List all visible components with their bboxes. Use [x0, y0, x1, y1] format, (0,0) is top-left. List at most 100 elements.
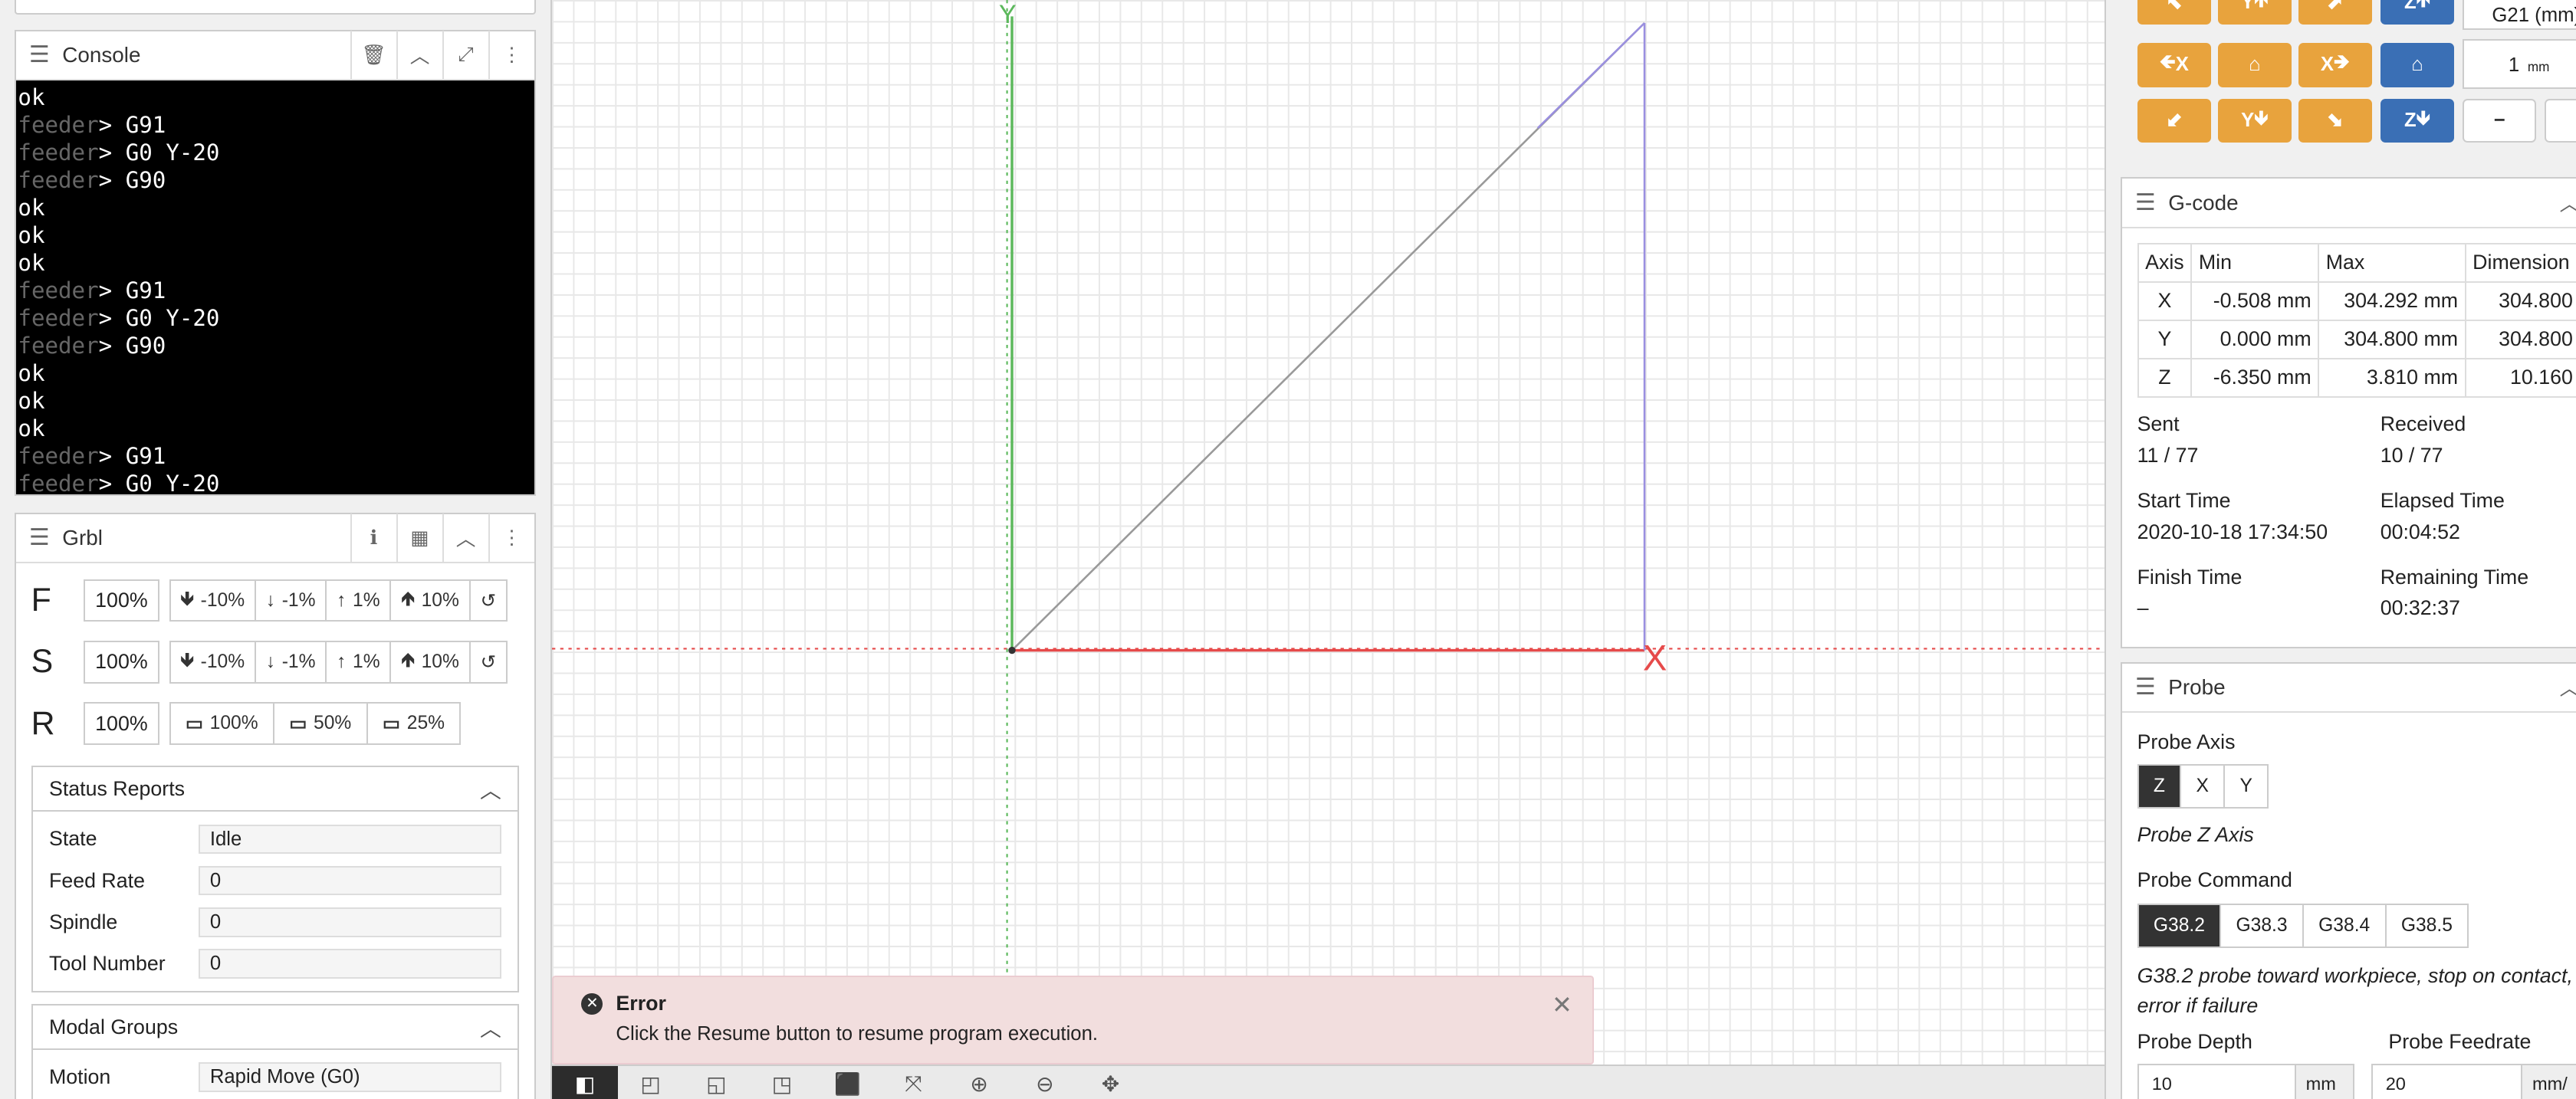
chevron-up-icon[interactable]: ︿: [2560, 673, 2576, 701]
left-sidebar: ☰ Console 🗑 ︿ ⤢ ⋮ ok feeder> G91 feeder> G…: [0, 0, 552, 1099]
console-output[interactable]: ok feeder> G91 feeder> G0 Y-20 feeder> G90 o…: [16, 80, 534, 494]
table-row: Y 0.000 mm 304.800 mm 304.800: [2137, 319, 2576, 359]
chevron-up-icon[interactable]: ︿: [480, 774, 501, 805]
top-view-icon[interactable]: ◰: [618, 1066, 684, 1099]
chevron-up-icon[interactable]: ︿: [480, 1012, 501, 1043]
units-select[interactable]: G21 (mm): [2463, 0, 2576, 30]
feed-plus-10-button[interactable]: 🡹 10%: [391, 580, 471, 621]
right-view-icon[interactable]: ◳: [749, 1066, 815, 1099]
spindle-minus-1-button[interactable]: ↓ -1%: [256, 642, 327, 682]
jog-zplus-button[interactable]: Z🡹: [2380, 0, 2455, 25]
step-decrease-button[interactable]: −: [2463, 98, 2537, 143]
drag-handle-icon[interactable]: ☰: [16, 524, 62, 551]
probe-axis-y-button[interactable]: Y: [2225, 766, 2267, 807]
arrow-down-left-icon: ⬋: [2166, 110, 2183, 132]
table-cell: 304.800: [2464, 319, 2576, 359]
jog-xminus-yminus-button[interactable]: ⬋: [2137, 98, 2212, 143]
console-line: ok: [18, 222, 45, 249]
drag-handle-icon[interactable]: ☰: [16, 41, 62, 68]
arrow-up-icon: 🡹: [401, 649, 416, 671]
trash-icon[interactable]: 🗑: [350, 30, 396, 80]
jog-home-z-button[interactable]: ⌂: [2380, 42, 2455, 87]
feed-minus-10-button[interactable]: 🡻 -10%: [171, 580, 256, 621]
expand-icon[interactable]: ⤢: [442, 30, 488, 80]
spindle-reset-button[interactable]: ↺: [471, 642, 506, 682]
console-prompt: feeder: [18, 471, 99, 494]
jog-xplus-yplus-button[interactable]: ⬈: [2298, 0, 2373, 25]
zoom-out-icon[interactable]: ⊖: [1012, 1066, 1078, 1099]
arrow-up-right-icon: ⬈: [2327, 0, 2344, 14]
close-icon[interactable]: ✕: [1552, 990, 1572, 1019]
zoom-fit-icon[interactable]: ⤧: [881, 1066, 947, 1099]
spindle-plus-1-button[interactable]: ↑ 1%: [327, 642, 392, 682]
probe-command-g38-2-button[interactable]: G38.2: [2138, 905, 2222, 947]
probe-command-g38-4-button[interactable]: G38.4: [2304, 905, 2387, 947]
table-cell: 3.810 mm: [2318, 357, 2466, 398]
feed-plus-1-button[interactable]: ↑ 1%: [327, 580, 392, 621]
pan-icon[interactable]: ✥: [1078, 1066, 1144, 1099]
status-reports-header[interactable]: Status Reports ︿: [32, 767, 518, 812]
table-cell: -0.508 mm: [2190, 280, 2320, 321]
front-view-icon[interactable]: ◱: [683, 1066, 749, 1099]
spindle-minus-10-button[interactable]: 🡻 -10%: [171, 642, 256, 682]
probe-param-inputs: 10 mm 20 mm/: [2137, 1064, 2576, 1099]
probe-depth-unit: mm: [2295, 1064, 2355, 1099]
start-time-label: Start Time: [2137, 488, 2231, 512]
rapid-25-button[interactable]: ▭ 25%: [368, 704, 460, 743]
spindle-plus-10-button[interactable]: 🡹 10%: [391, 642, 471, 682]
jog-yminus-button[interactable]: Y 🡻: [2217, 98, 2292, 143]
jog-xplus-yminus-button[interactable]: ⬊: [2298, 98, 2373, 143]
feed-override-letter: F: [31, 582, 51, 619]
feed-reset-button[interactable]: ↺: [471, 581, 506, 621]
more-vertical-icon[interactable]: ⋮: [488, 513, 534, 563]
step-increase-button[interactable]: [2545, 98, 2576, 143]
jog-yplus-button[interactable]: Y🡹: [2217, 0, 2292, 25]
jog-home-xy-button[interactable]: ⌂: [2217, 42, 2292, 87]
rapid-50-button[interactable]: ▭ 50%: [274, 704, 368, 744]
probe-depth-input[interactable]: 10: [2137, 1064, 2296, 1099]
probe-axis-x-button[interactable]: X: [2181, 766, 2226, 808]
console-command: > G91: [98, 112, 166, 139]
jog-xplus-button[interactable]: X 🡺: [2298, 42, 2373, 87]
modal-groups-header[interactable]: Modal Groups ︿: [32, 1006, 518, 1051]
probe-feedrate-input[interactable]: 20: [2371, 1064, 2523, 1099]
status-label: Tool Number: [48, 952, 166, 976]
chevron-up-icon[interactable]: ︿: [442, 513, 488, 563]
step-size-input[interactable]: 1 mm: [2463, 39, 2576, 89]
chevron-up-icon[interactable]: ︿: [2560, 189, 2576, 217]
console-prompt: feeder: [18, 443, 99, 470]
probe-command-g38-3-button[interactable]: G38.3: [2221, 905, 2304, 947]
status-row-state: State Idle: [33, 819, 518, 860]
arrow-down-icon: 🡻: [2416, 107, 2431, 129]
grid-icon[interactable]: ▦: [396, 513, 442, 563]
console-prompt: feeder: [18, 139, 99, 166]
probe-command-buttons: G38.2 G38.3 G38.4 G38.5: [2137, 904, 2469, 949]
feed-minus-1-button[interactable]: ↓ -1%: [256, 580, 327, 621]
spindle-override-value: 100%: [84, 641, 159, 684]
jog-xminus-yplus-button[interactable]: ⬉: [2137, 0, 2212, 25]
jog-zminus-button[interactable]: Z 🡻: [2380, 98, 2455, 143]
rapid-100-button[interactable]: ▭ 100%: [171, 704, 274, 744]
drag-handle-icon[interactable]: ☰: [2122, 189, 2168, 216]
status-value: Idle: [198, 824, 501, 855]
home-icon: ⌂: [2249, 54, 2261, 76]
visualizer[interactable]: Y X ✕ Error Click the Resume button to r…: [552, 0, 2104, 1099]
3d-view-icon[interactable]: ◧: [552, 1065, 618, 1099]
more-vertical-icon[interactable]: ⋮: [488, 30, 534, 80]
status-reports-panel: Status Reports ︿ State Idle Feed Rate 0 Sp…: [31, 766, 520, 993]
probe-axis-z-button[interactable]: Z: [2138, 766, 2182, 808]
left-view-icon[interactable]: ⬛: [815, 1066, 881, 1099]
probe-command-g38-5-button[interactable]: G38.5: [2387, 905, 2468, 946]
drag-handle-icon[interactable]: ☰: [2122, 674, 2168, 700]
alert-title: Error: [616, 992, 666, 1015]
step-value: 1: [2508, 54, 2520, 76]
jog-xminus-button[interactable]: 🡸 X: [2137, 42, 2212, 87]
info-icon[interactable]: ℹ: [350, 513, 396, 563]
column-header: Max: [2318, 242, 2466, 283]
zoom-in-icon[interactable]: ⊕: [946, 1066, 1012, 1099]
console-line: feeder> G91: [18, 277, 532, 304]
sent-value: 11 / 77: [2137, 443, 2199, 467]
button-label: -1%: [281, 589, 316, 611]
rapid-override-letter: R: [31, 704, 55, 742]
chevron-up-icon[interactable]: ︿: [396, 30, 442, 80]
